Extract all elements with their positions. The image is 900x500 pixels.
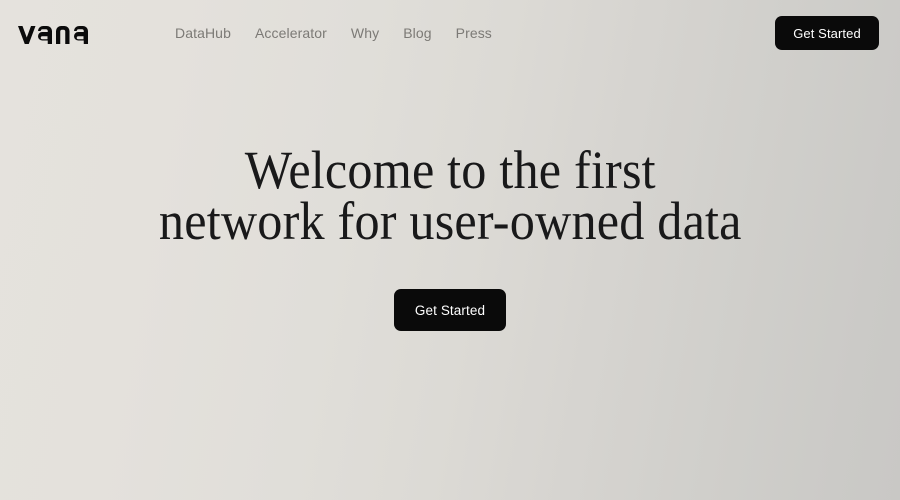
- hero-get-started-button[interactable]: Get Started: [394, 289, 506, 331]
- page-title: Welcome to the first network for user-ow…: [158, 66, 742, 251]
- headline-line-2: network for user-owned data: [158, 191, 742, 251]
- hero-section: Welcome to the first network for user-ow…: [0, 66, 900, 500]
- header-get-started-button[interactable]: Get Started: [775, 16, 879, 50]
- vana-logo[interactable]: [18, 19, 88, 45]
- vana-wordmark-icon: [18, 26, 88, 44]
- nav-link-press[interactable]: Press: [456, 24, 492, 42]
- headline-line-1: Welcome to the first: [244, 140, 656, 200]
- primary-nav: DataHub Accelerator Why Blog Press: [175, 24, 492, 42]
- nav-link-accelerator[interactable]: Accelerator: [255, 24, 327, 42]
- nav-link-datahub[interactable]: DataHub: [175, 24, 231, 42]
- nav-link-blog[interactable]: Blog: [403, 24, 431, 42]
- site-header: DataHub Accelerator Why Blog Press Get S…: [0, 0, 900, 66]
- landing-page: DataHub Accelerator Why Blog Press Get S…: [0, 0, 900, 500]
- nav-link-why[interactable]: Why: [351, 24, 379, 42]
